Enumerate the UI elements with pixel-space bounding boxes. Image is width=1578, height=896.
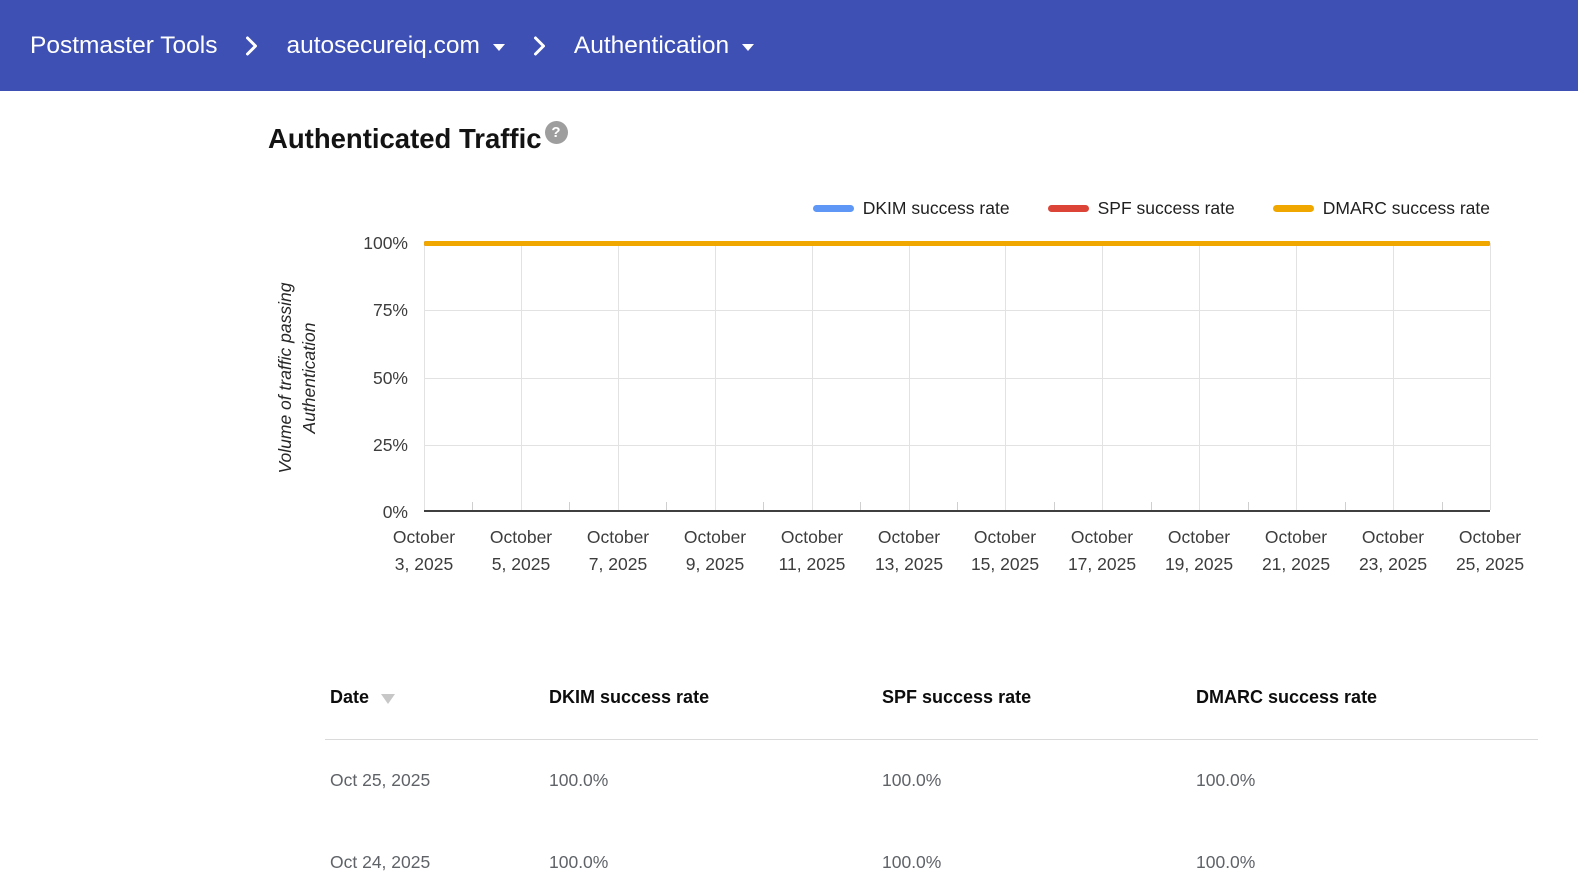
gridline-vertical	[521, 243, 522, 510]
y-axis-title-line1: Volume of traffic passing	[273, 248, 297, 508]
caret-down-icon	[493, 44, 505, 51]
x-axis-minor-tick	[957, 502, 958, 510]
chevron-right-icon	[245, 35, 258, 57]
x-tick-label: October9, 2025	[660, 524, 770, 578]
gridline-vertical	[1296, 243, 1297, 510]
legend-label: DMARC success rate	[1323, 198, 1490, 219]
table-divider	[325, 739, 1538, 740]
x-tick-label: October25, 2025	[1435, 524, 1545, 578]
gridline-vertical	[715, 243, 716, 510]
gridline-horizontal	[424, 310, 1490, 311]
x-tick-label: October13, 2025	[854, 524, 964, 578]
cell-date: Oct 24, 2025	[330, 852, 430, 873]
x-axis-minor-tick	[1054, 502, 1055, 510]
y-tick-label: 0%	[328, 501, 408, 523]
page-title: Authenticated Traffic ?	[268, 123, 568, 155]
x-axis-minor-tick	[763, 502, 764, 510]
cell-spf: 100.0%	[882, 852, 941, 873]
column-header-label: SPF success rate	[882, 687, 1031, 708]
gridline-vertical	[1102, 243, 1103, 510]
x-tick-label: October19, 2025	[1144, 524, 1254, 578]
x-axis-minor-tick	[1248, 502, 1249, 510]
help-icon[interactable]: ?	[545, 121, 568, 144]
gridline-vertical	[1005, 243, 1006, 510]
y-tick-label: 50%	[328, 367, 408, 389]
caret-down-icon	[742, 44, 754, 51]
cell-dkim: 100.0%	[549, 770, 608, 791]
x-tick-label: October3, 2025	[369, 524, 479, 578]
y-axis-title: Volume of traffic passing Authentication	[273, 248, 321, 508]
column-header-date[interactable]: Date	[330, 687, 395, 708]
chart-legend: DKIM success rate SPF success rate DMARC s…	[424, 196, 1490, 220]
sort-descending-icon	[381, 694, 395, 704]
column-header-dmarc-success-rate[interactable]: DMARC success rate	[1196, 687, 1377, 708]
x-tick-label: October17, 2025	[1047, 524, 1157, 578]
x-axis-minor-tick	[569, 502, 570, 510]
app-header: Postmaster Tools autosecureiq.com Authen…	[0, 0, 1578, 91]
breadcrumb-item-domain-dropdown[interactable]: autosecureiq.com	[286, 32, 504, 60]
x-axis-minor-tick	[472, 502, 473, 510]
x-axis-minor-tick	[1151, 502, 1152, 510]
x-axis-minor-tick	[1442, 502, 1443, 510]
cell-spf: 100.0%	[882, 770, 941, 791]
breadcrumb-label: autosecureiq.com	[286, 32, 479, 60]
plot-area	[424, 243, 1490, 512]
breadcrumb-label: Authentication	[574, 32, 729, 60]
page-title-text: Authenticated Traffic	[268, 123, 542, 155]
y-tick-label: 100%	[328, 232, 408, 254]
x-tick-label: October23, 2025	[1338, 524, 1448, 578]
cell-dmarc: 100.0%	[1196, 852, 1255, 873]
cell-dkim: 100.0%	[549, 852, 608, 873]
gridline-vertical	[909, 243, 910, 510]
gridline-vertical	[424, 243, 425, 510]
y-tick-label: 75%	[328, 299, 408, 321]
gridline-vertical	[1490, 243, 1491, 510]
column-header-label: Date	[330, 687, 369, 708]
series-line-dmarc	[424, 241, 1490, 246]
legend-swatch	[813, 205, 854, 212]
legend-item-dmarc: DMARC success rate	[1273, 198, 1490, 219]
gridline-vertical	[812, 243, 813, 510]
legend-swatch	[1048, 205, 1089, 212]
gridline-vertical	[1199, 243, 1200, 510]
x-tick-label: October5, 2025	[466, 524, 576, 578]
column-header-spf-success-rate[interactable]: SPF success rate	[882, 687, 1031, 708]
x-axis-minor-tick	[666, 502, 667, 510]
cell-date: Oct 25, 2025	[330, 770, 430, 791]
legend-item-spf: SPF success rate	[1048, 198, 1235, 219]
cell-dmarc: 100.0%	[1196, 770, 1255, 791]
legend-item-dkim: DKIM success rate	[813, 198, 1010, 219]
x-tick-label: October15, 2025	[950, 524, 1060, 578]
x-tick-label: October21, 2025	[1241, 524, 1351, 578]
chevron-right-icon	[533, 35, 546, 57]
legend-label: DKIM success rate	[863, 198, 1010, 219]
gridline-vertical	[1393, 243, 1394, 510]
legend-label: SPF success rate	[1098, 198, 1235, 219]
breadcrumb-item-authentication-dropdown[interactable]: Authentication	[574, 32, 754, 60]
gridline-horizontal	[424, 445, 1490, 446]
gridline-vertical	[618, 243, 619, 510]
x-tick-label: October11, 2025	[757, 524, 867, 578]
x-axis-minor-tick	[860, 502, 861, 510]
breadcrumb-label: Postmaster Tools	[30, 32, 217, 60]
x-tick-label: October7, 2025	[563, 524, 673, 578]
legend-swatch	[1273, 205, 1314, 212]
x-axis-minor-tick	[1345, 502, 1346, 510]
column-header-label: DKIM success rate	[549, 687, 709, 708]
breadcrumb: Postmaster Tools autosecureiq.com Authen…	[30, 32, 754, 60]
gridline-horizontal	[424, 378, 1490, 379]
column-header-label: DMARC success rate	[1196, 687, 1377, 708]
page: Postmaster Tools autosecureiq.com Authen…	[0, 0, 1578, 896]
y-tick-label: 25%	[328, 434, 408, 456]
y-axis-title-line2: Authentication	[297, 248, 321, 508]
column-header-dkim-success-rate[interactable]: DKIM success rate	[549, 687, 709, 708]
breadcrumb-item-postmaster-tools[interactable]: Postmaster Tools	[30, 32, 217, 60]
